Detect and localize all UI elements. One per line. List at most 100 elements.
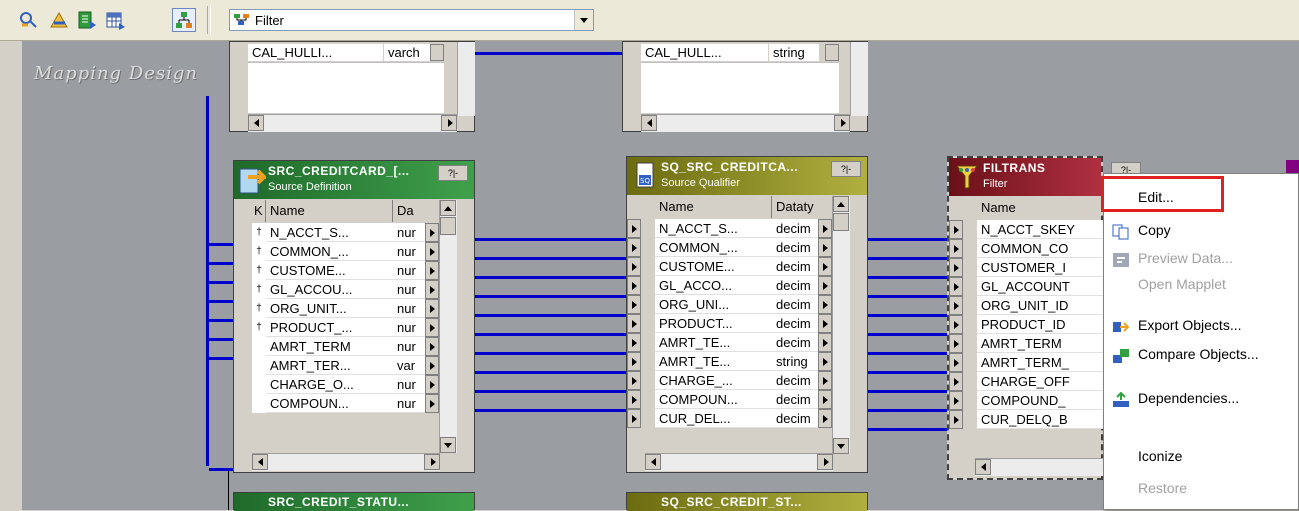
port-arrow[interactable] bbox=[818, 314, 832, 333]
top-qualifier-panel[interactable]: CAL_HULL... string bbox=[622, 41, 868, 132]
field-row[interactable]: COMPOUN... decim bbox=[627, 390, 867, 409]
field-row[interactable]: COMPOUND_ bbox=[949, 391, 1103, 410]
field-row[interactable]: ORG_UNIT_ID bbox=[949, 296, 1103, 315]
port-arrow[interactable] bbox=[818, 257, 832, 276]
menu-item-preview-data[interactable]: Preview Data... bbox=[1104, 245, 1298, 271]
vertical-scrollbar[interactable] bbox=[850, 42, 868, 116]
vertical-scrollbar[interactable] bbox=[439, 200, 457, 453]
menu-item-export-objects[interactable]: Export Objects... bbox=[1104, 312, 1298, 338]
port-arrow[interactable] bbox=[949, 391, 963, 410]
field-row[interactable]: AMRT_TERM bbox=[949, 334, 1103, 353]
port-arrow[interactable] bbox=[627, 390, 641, 409]
field-row[interactable]: CHARGE_... decim bbox=[627, 371, 867, 390]
field-row[interactable]: CUSTOMER_I bbox=[949, 258, 1103, 277]
port-arrow[interactable] bbox=[627, 295, 641, 314]
menu-item-copy[interactable]: Copy bbox=[1104, 217, 1298, 243]
field-row[interactable]: † COMMON_... nur bbox=[234, 242, 474, 261]
port-arrow[interactable] bbox=[425, 299, 439, 318]
port-arrow[interactable] bbox=[818, 333, 832, 352]
field-row[interactable]: AMRT_TE... string bbox=[627, 352, 867, 371]
port-arrow[interactable] bbox=[627, 352, 641, 371]
port-arrow[interactable] bbox=[818, 371, 832, 390]
panel-header[interactable]: SQ_SRC_CREDIT_ST... bbox=[627, 493, 867, 511]
port-arrow[interactable] bbox=[627, 238, 641, 257]
flow-arrow-icon[interactable] bbox=[18, 9, 40, 31]
bottom-source-panel[interactable]: SRC_CREDIT_STATU... bbox=[233, 492, 475, 511]
filter-transformation-panel[interactable]: FILTRANS Filter ?|- Name N_ACCT_SKEY COMM… bbox=[947, 156, 1141, 480]
port-arrow[interactable] bbox=[627, 257, 641, 276]
triangle-arrow-icon[interactable] bbox=[48, 9, 70, 31]
field-row[interactable]: ORG_UNI... decim bbox=[627, 295, 867, 314]
menu-item-compare-objects[interactable]: Compare Objects... bbox=[1104, 341, 1298, 367]
field-row[interactable]: † CUSTOME... nur bbox=[234, 261, 474, 280]
menu-item-open-mapplet[interactable]: Open Mapplet bbox=[1104, 271, 1298, 297]
port-arrow[interactable] bbox=[425, 375, 439, 394]
port-arrow[interactable] bbox=[425, 394, 439, 413]
chevron-down-icon[interactable] bbox=[574, 10, 593, 30]
port-arrow[interactable] bbox=[627, 333, 641, 352]
col-name[interactable]: Name bbox=[977, 197, 1103, 219]
port-arrow[interactable] bbox=[949, 296, 963, 315]
port-arrow[interactable] bbox=[425, 242, 439, 261]
bottom-qualifier-panel[interactable]: SQ_SRC_CREDIT_ST... bbox=[626, 492, 868, 511]
horizontal-scrollbar[interactable] bbox=[645, 453, 833, 471]
horizontal-scrollbar[interactable] bbox=[252, 453, 440, 471]
port-arrow[interactable] bbox=[818, 238, 832, 257]
port-arrow[interactable] bbox=[627, 409, 641, 428]
port-arrow[interactable] bbox=[425, 337, 439, 356]
field-row[interactable]: AMRT_TERM_ bbox=[949, 353, 1103, 372]
port-arrow[interactable] bbox=[627, 314, 641, 333]
port-arrow[interactable] bbox=[430, 44, 444, 61]
port-arrow[interactable] bbox=[949, 277, 963, 296]
field-row[interactable]: † GL_ACCOU... nur bbox=[234, 280, 474, 299]
col-type[interactable]: Da bbox=[393, 200, 425, 222]
green-doc-icon[interactable] bbox=[76, 9, 98, 31]
col-type[interactable]: Dataty bbox=[772, 196, 818, 218]
menu-item-iconize[interactable]: Iconize bbox=[1104, 443, 1298, 469]
field-row[interactable]: CHARGE_O... nur bbox=[234, 375, 474, 394]
port-arrow[interactable] bbox=[825, 44, 839, 61]
top-source-panel[interactable]: CAL_HULLI... varch bbox=[229, 41, 475, 132]
panel-header[interactable]: SRC_CREDIT_STATU... bbox=[234, 493, 474, 511]
vertical-scrollbar[interactable] bbox=[457, 42, 475, 116]
field-row[interactable]: AMRT_TE... decim bbox=[627, 333, 867, 352]
source-definition-panel[interactable]: SRC_CREDITCARD_[... Source Definition ?|… bbox=[233, 160, 475, 473]
panel-window-buttons[interactable]: ?|- bbox=[438, 165, 468, 181]
panel-window-buttons[interactable]: ?|- bbox=[831, 161, 861, 177]
port-arrow[interactable] bbox=[818, 219, 832, 238]
panel-header[interactable]: SRC_CREDITCARD_[... Source Definition ?|… bbox=[234, 161, 474, 199]
vertical-scrollbar[interactable] bbox=[832, 196, 850, 454]
port-arrow[interactable] bbox=[627, 219, 641, 238]
menu-item-restore[interactable]: Restore bbox=[1104, 475, 1298, 501]
port-arrow[interactable] bbox=[818, 276, 832, 295]
port-arrow[interactable] bbox=[627, 276, 641, 295]
field-row[interactable]: PRODUCT... decim bbox=[627, 314, 867, 333]
port-arrow[interactable] bbox=[949, 372, 963, 391]
horizontal-scrollbar[interactable] bbox=[975, 458, 1103, 476]
field-row[interactable]: CUSTOME... decim bbox=[627, 257, 867, 276]
port-arrow[interactable] bbox=[425, 280, 439, 299]
port-arrow[interactable] bbox=[949, 220, 963, 239]
field-row[interactable]: GL_ACCO... decim bbox=[627, 276, 867, 295]
port-arrow[interactable] bbox=[818, 409, 832, 428]
port-arrow[interactable] bbox=[818, 295, 832, 314]
port-arrow[interactable] bbox=[818, 352, 832, 371]
field-row[interactable]: CUR_DELQ_B bbox=[949, 410, 1103, 429]
field-row[interactable]: † N_ACCT_S... nur bbox=[234, 223, 474, 242]
port-arrow[interactable] bbox=[949, 315, 963, 334]
field-row[interactable]: AMRT_TERM nur bbox=[234, 337, 474, 356]
port-arrow[interactable] bbox=[425, 318, 439, 337]
grid-icon[interactable] bbox=[104, 9, 126, 31]
col-key[interactable]: K bbox=[252, 200, 266, 222]
port-arrow[interactable] bbox=[425, 356, 439, 375]
port-arrow[interactable] bbox=[949, 258, 963, 277]
horizontal-scrollbar[interactable] bbox=[248, 114, 457, 132]
tree-icon[interactable] bbox=[172, 8, 196, 32]
field-row[interactable]: GL_ACCOUNT bbox=[949, 277, 1103, 296]
source-qualifier-panel[interactable]: SQ SQ_SRC_CREDITCA... Source Qualifier ?… bbox=[626, 156, 868, 473]
horizontal-scrollbar[interactable] bbox=[641, 114, 850, 132]
port-arrow[interactable] bbox=[949, 410, 963, 429]
field-row[interactable]: AMRT_TER... var bbox=[234, 356, 474, 375]
field-row[interactable]: N_ACCT_S... decim bbox=[627, 219, 867, 238]
col-name[interactable]: Name bbox=[655, 196, 772, 218]
